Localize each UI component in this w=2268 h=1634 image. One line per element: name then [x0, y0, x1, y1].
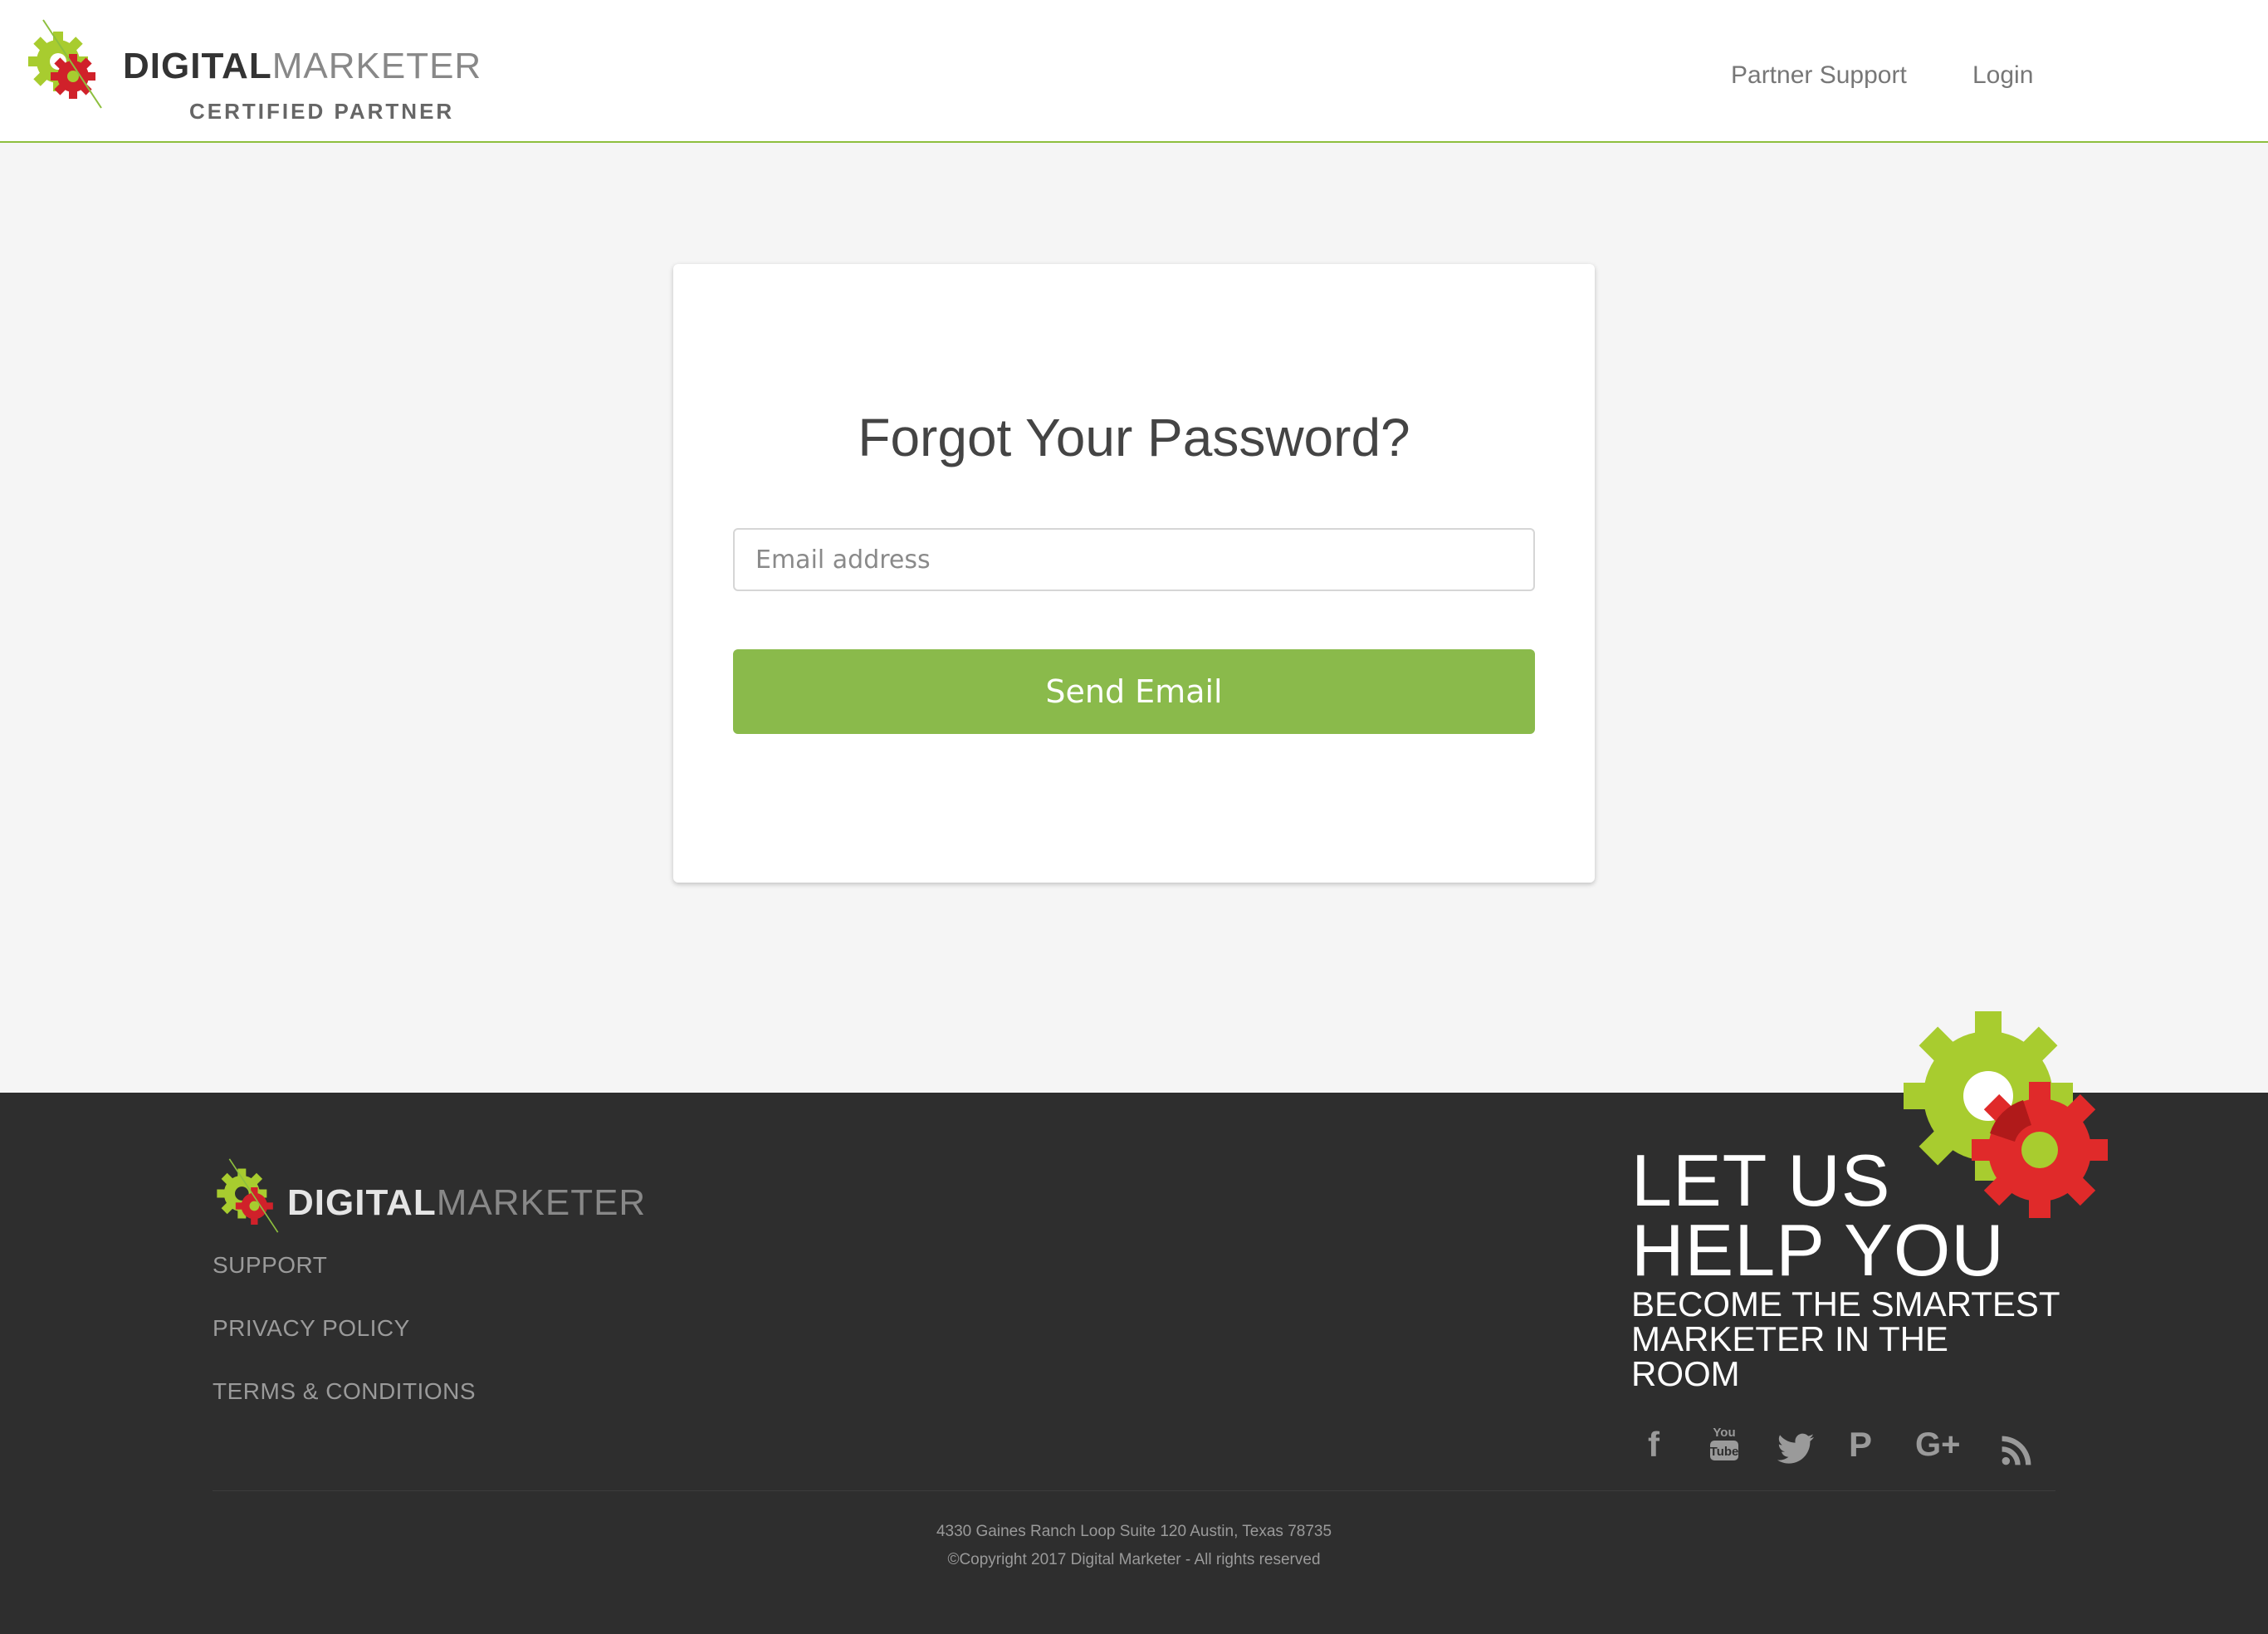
top-header: DIGITALMARKETER CERTIFIED PARTNER Partne…	[0, 0, 2268, 143]
promo-heading-line-1: LET US	[1631, 1139, 1891, 1221]
footer-link-terms-conditions[interactable]: TERMS & CONDITIONS	[213, 1378, 476, 1405]
send-email-button[interactable]: Send Email	[733, 649, 1535, 734]
logo-regular-text: MARKETER	[271, 46, 482, 86]
footer-logo-wordmark: DIGITALMARKETER	[287, 1182, 646, 1224]
svg-text:You: You	[1713, 1426, 1735, 1440]
footer-copyright: ©Copyright 2017 Digital Marketer - All r…	[947, 1551, 1321, 1568]
footer-logo-bold-text: DIGITAL	[287, 1182, 437, 1223]
forgot-password-card: Forgot Your Password? Send Email	[673, 264, 1595, 883]
rss-icon[interactable]	[2001, 1430, 2032, 1480]
email-input[interactable]	[733, 528, 1535, 591]
promo-heading: LET US HELP YOU	[1631, 1139, 2005, 1291]
logo-bold-text: DIGITAL	[123, 46, 272, 86]
footer-divider	[213, 1490, 2055, 1491]
pinterest-icon[interactable]: P	[1849, 1420, 1872, 1470]
gears-logo-icon	[28, 19, 102, 109]
promo-heading-line-2: HELP YOU	[1631, 1209, 2005, 1291]
logo-wordmark: DIGITALMARKETER CERTIFIED PARTNER	[123, 46, 482, 125]
footer-address: 4330 Gaines Ranch Loop Suite 120 Austin,…	[936, 1523, 1332, 1540]
logo-subtitle: CERTIFIED PARTNER	[189, 99, 455, 124]
gears-logo-icon	[217, 1158, 279, 1233]
facebook-icon[interactable]: f	[1648, 1420, 1659, 1470]
footer-logo[interactable]: DIGITALMARKETER	[214, 1154, 645, 1245]
youtube-icon[interactable]: You Tube	[1708, 1423, 1741, 1476]
svg-text:Tube: Tube	[1710, 1445, 1739, 1459]
footer-link-support[interactable]: SUPPORT	[213, 1252, 327, 1279]
footer-link-privacy-policy[interactable]: PRIVACY POLICY	[213, 1315, 410, 1342]
nav-login-link[interactable]: Login	[1972, 61, 2033, 90]
nav-partner-support-link[interactable]: Partner Support	[1731, 61, 1907, 90]
twitter-icon[interactable]	[1777, 1428, 1814, 1478]
promo-subheading: BECOME THE SMARTEST MARKETER IN THE ROOM	[1631, 1284, 2060, 1393]
google-plus-icon[interactable]: G+	[1915, 1420, 1960, 1470]
card-title: Forgot Your Password?	[858, 408, 1410, 467]
footer-logo-regular-text: MARKETER	[436, 1182, 647, 1223]
